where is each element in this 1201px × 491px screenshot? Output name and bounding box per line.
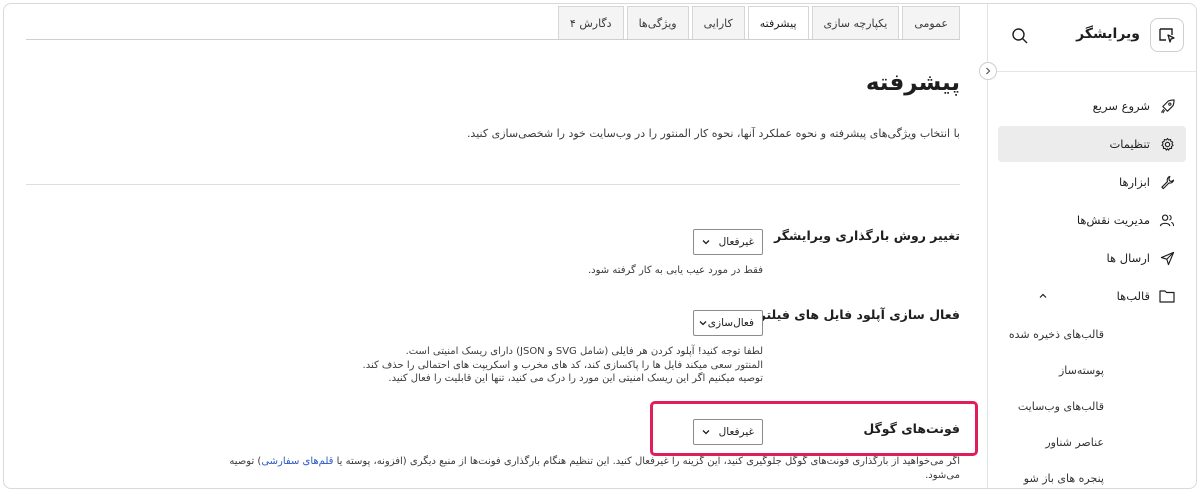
sidebar-collapse-button[interactable]	[979, 62, 997, 80]
tab-version-4[interactable]: دگارش ۴	[557, 6, 624, 39]
chevron-right-icon	[986, 67, 991, 75]
sidebar-subitem-popups[interactable]: پنجره های باز شو	[988, 460, 1196, 488]
sidebar-item-role-manager[interactable]: مدیریت نقش‌ها	[998, 202, 1186, 238]
tab-general[interactable]: عمومی	[902, 6, 960, 39]
google-fonts-help-line2: می‌شود.	[925, 469, 960, 481]
app-window: عمومی یکپارچه سازی پیشرفته کارایی ویژگی‌…	[3, 3, 1197, 489]
sidebar-item-quick-start[interactable]: شروع سریع	[998, 88, 1186, 124]
page-description: با انتخاب ویژگی‌های پیشرفته و نحوه عملکر…	[466, 127, 960, 140]
rocket-icon	[1158, 97, 1176, 115]
sidebar-item-label: تنظیمات	[1109, 137, 1150, 151]
sidebar-subitem-website-templates[interactable]: قالب‌های وب‌سایت	[988, 388, 1196, 424]
page-title: پیشرفته	[865, 70, 960, 96]
folder-icon	[1158, 287, 1176, 305]
google-fonts-help: اگر می‌خواهید از بارگذاری فونت‌های گوگل …	[229, 455, 960, 482]
sidebar-item-label: مدیریت نقش‌ها	[1076, 213, 1150, 227]
unfiltered-upload-value: فعال‌سازی	[707, 317, 754, 329]
sidebar-item-label: شروع سریع	[1092, 99, 1150, 113]
tab-features[interactable]: ویژگی‌ها	[626, 6, 689, 39]
unfiltered-upload-help: لطفا توجه کنید! آپلود کردن هر فایلی (شام…	[363, 345, 763, 386]
search-button[interactable]	[1008, 24, 1032, 48]
sidebar-item-submissions[interactable]: ارسال ها	[998, 240, 1186, 276]
sidebar-item-label: ارسال ها	[1106, 251, 1150, 265]
sidebar-nav: شروع سریع تنظیمات ابزارها مدیریت نقش‌ها	[988, 88, 1196, 488]
loading-method-label: تغییر روش بارگذاری ویرایشگر	[774, 228, 960, 243]
google-fonts-help-text: اگر می‌خواهید از بارگذاری فونت‌های گوگل …	[336, 456, 960, 467]
tab-advanced[interactable]: پیشرفته	[747, 6, 809, 40]
wrench-icon	[1158, 173, 1176, 191]
gear-icon	[1158, 135, 1176, 153]
loading-method-select[interactable]: غیرفعال	[693, 229, 763, 255]
send-icon	[1158, 249, 1176, 267]
tabs-divider	[26, 39, 960, 40]
custom-fonts-link[interactable]: قلم‌های سفارشی	[261, 456, 333, 467]
section-divider	[26, 184, 960, 185]
users-icon	[1158, 211, 1176, 229]
search-icon	[1012, 28, 1028, 44]
sidebar-subitem-floating-elements[interactable]: عناصر شناور	[988, 424, 1196, 460]
brand-name: ویرایشگر	[1076, 26, 1140, 42]
settings-tabs: عمومی یکپارچه سازی پیشرفته کارایی ویژگی‌…	[555, 6, 960, 40]
sidebar-item-label: ابزارها	[1118, 175, 1150, 189]
sidebar-item-settings[interactable]: تنظیمات	[998, 126, 1186, 162]
unfiltered-upload-select[interactable]: فعال‌سازی	[693, 310, 763, 336]
unfiltered-upload-help-line: المنتور سعی میکند فایل ها را پاکسازی کند…	[362, 359, 763, 371]
google-fonts-highlight	[650, 401, 978, 456]
loading-method-help: فقط در مورد عیب یابی به کار گرفته شود.	[588, 265, 763, 276]
sidebar: ویرایشگر شروع سریع تنظیمات ابزارها مدیری…	[979, 4, 1196, 488]
unfiltered-upload-help-line: توصیه میکنیم اگر این ریسک امنیتی این مور…	[388, 373, 763, 384]
sidebar-item-templates[interactable]: قالب‌ها	[998, 278, 1186, 314]
chevron-down-icon	[698, 317, 708, 329]
tab-performance[interactable]: کارایی	[691, 6, 745, 39]
sidebar-item-tools[interactable]: ابزارها	[998, 164, 1186, 200]
tab-integrations[interactable]: یکپارچه سازی	[811, 6, 900, 39]
sidebar-subitem-theme-builder[interactable]: پوسته‌ساز	[988, 352, 1196, 388]
loading-method-value: غیرفعال	[718, 236, 754, 248]
editor-logo-icon	[1150, 18, 1184, 52]
chevron-down-icon	[700, 236, 712, 248]
chevron-up-icon[interactable]	[1036, 289, 1050, 303]
sidebar-header: ویرایشگر	[988, 4, 1196, 72]
google-fonts-help-text-end: ) توصیه	[229, 456, 262, 467]
unfiltered-upload-help-line: لطفا توجه کنید! آپلود کردن هر فایلی (شام…	[405, 346, 763, 357]
sidebar-subitem-saved-templates[interactable]: قالب‌های ذخیره شده	[988, 316, 1196, 352]
sidebar-item-label: قالب‌ها	[1116, 289, 1150, 303]
